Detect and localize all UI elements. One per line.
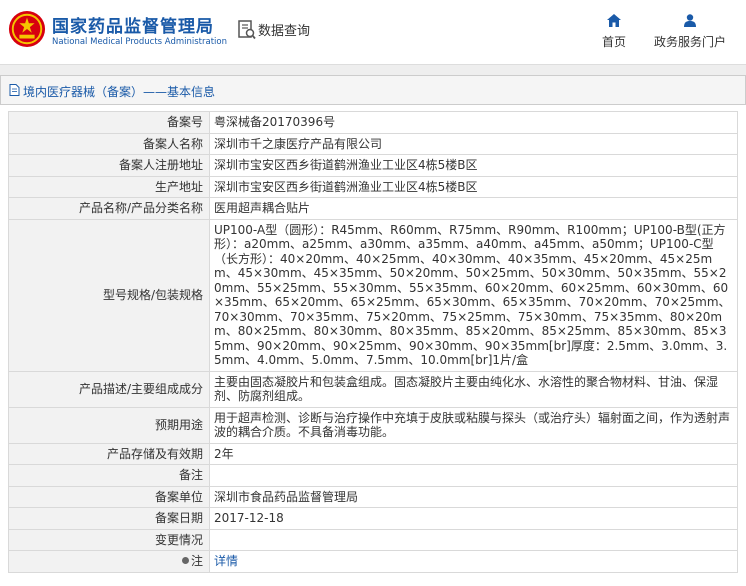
table-row: 备案日期 2017-12-18 (8, 507, 738, 530)
table-row: 备案人名称 深圳市千之康医疗产品有限公司 (8, 132, 738, 155)
nav-service-label: 政务服务门户 (653, 35, 726, 49)
field-label: 预期用途 (8, 406, 210, 444)
table-row: 生产地址 深圳市宝安区西乡街道鹤洲渔业工业区4栋5楼B区 (8, 175, 738, 198)
header-separator (0, 64, 746, 75)
field-value: UP100-A型（圆形）：R45mm、R60mm、R75mm、R90mm、R10… (209, 218, 738, 372)
info-table: 备案号 粤深械备20170396号 备案人名称 深圳市千之康医疗产品有限公司 备案人注册… (8, 111, 738, 573)
field-label: 产品名称/产品分类名称 (8, 197, 210, 220)
field-value: 用于超声检测、诊断与治疗操作中充填于皮肤或粘膜与探头（或治疗头）辐射面之间，作为… (209, 406, 738, 444)
document-icon (9, 84, 20, 96)
nav-home-label: 首页 (601, 35, 626, 49)
field-label: 产品存储及有效期 (8, 442, 210, 465)
nav-home[interactable]: 首页 (592, 14, 636, 50)
field-label: 备案单位 (8, 485, 210, 508)
data-query-link[interactable]: 数据查询 (258, 20, 310, 39)
document-search-icon[interactable] (238, 20, 256, 40)
note-label: 注 (190, 554, 203, 568)
table-row: 型号规格/包装规格 UP100-A型（圆形）：R45mm、R60mm、R75mm、… (8, 218, 738, 372)
emblem-logo[interactable] (8, 10, 46, 48)
breadcrumb: 境内医疗器械（备案）——基本信息 (0, 75, 746, 105)
field-label: 备案人名称 (8, 132, 210, 155)
field-label: 产品描述/主要组成成分 (8, 370, 210, 408)
field-label: 生产地址 (8, 175, 210, 198)
field-label: 备案日期 (8, 507, 210, 530)
nav-service-portal[interactable]: 政务服务门户 (648, 14, 732, 50)
user-icon (684, 14, 696, 27)
field-value: 医用超声耦合贴片 (209, 197, 738, 220)
home-icon (607, 14, 621, 27)
table-row: 备案号 粤深械备20170396号 (8, 111, 738, 134)
table-row: 预期用途 用于超声检测、诊断与治疗操作中充填于皮肤或粘膜与探头（或治疗头）辐射面之… (8, 406, 738, 444)
pin-icon (181, 557, 189, 564)
details-link[interactable]: 详情 (214, 554, 238, 568)
table-row: 变更情况 (8, 528, 738, 551)
breadcrumb-text[interactable]: 境内医疗器械（备案）——基本信息 (23, 83, 215, 100)
field-value (209, 464, 738, 487)
note-value-cell: 详情 (209, 550, 738, 573)
field-value (209, 528, 738, 551)
site-header: 国家药品监督管理局 National Medical Products Admi… (0, 0, 746, 64)
field-value: 2017-12-18 (209, 507, 738, 530)
field-value: 粤深械备20170396号 (209, 111, 738, 134)
table-row: 产品存储及有效期 2年 (8, 442, 738, 465)
table-row: 备案单位 深圳市食品药品监督管理局 (8, 485, 738, 508)
field-label: 备案号 (8, 111, 210, 134)
field-label: 备注 (8, 464, 210, 487)
table-row: 产品描述/主要组成成分 主要由固态凝胶片和包装盒组成。固态凝胶片主要由纯化水、水溶… (8, 370, 738, 408)
field-value: 深圳市宝安区西乡街道鹤洲渔业工业区4栋5楼B区 (209, 154, 738, 177)
field-value: 主要由固态凝胶片和包装盒组成。固态凝胶片主要由纯化水、水溶性的聚合物材料、甘油、… (209, 370, 738, 408)
field-label: 备案人注册地址 (8, 154, 210, 177)
table-row: 备案人注册地址 深圳市宝安区西乡街道鹤洲渔业工业区4栋5楼B区 (8, 154, 738, 177)
table-row: 产品名称/产品分类名称 医用超声耦合贴片 (8, 197, 738, 220)
field-label: 变更情况 (8, 528, 210, 551)
org-name-cn[interactable]: 国家药品监督管理局 (52, 12, 214, 37)
field-value: 2年 (209, 442, 738, 465)
field-label: 型号规格/包装规格 (8, 218, 210, 372)
table-row: 备注 (8, 464, 738, 487)
field-value: 深圳市千之康医疗产品有限公司 (209, 132, 738, 155)
org-name-en[interactable]: National Medical Products Administration (52, 37, 227, 47)
note-row: 注详情 (8, 550, 738, 573)
field-value: 深圳市食品药品监督管理局 (209, 485, 738, 508)
note-label-cell: 注 (8, 550, 210, 573)
field-value: 深圳市宝安区西乡街道鹤洲渔业工业区4栋5楼B区 (209, 175, 738, 198)
